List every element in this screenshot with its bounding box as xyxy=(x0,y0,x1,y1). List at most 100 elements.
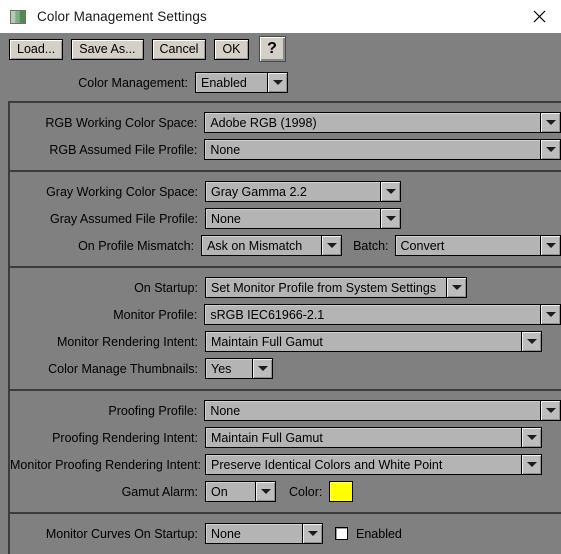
monitor-profile-label: Monitor Profile: xyxy=(113,307,198,322)
settings-row: RGB Assumed File Profile: None xyxy=(10,136,561,163)
proofing-rendering-intent-combo-value: Maintain Full Gamut xyxy=(205,427,521,448)
gray-working-color-space-combo-value: Gray Gamma 2.2 xyxy=(205,181,380,202)
chevron-down-icon[interactable] xyxy=(540,235,561,256)
chevron-down-glyph xyxy=(526,435,537,440)
chevron-down-glyph xyxy=(326,243,337,248)
on-startup-combo[interactable]: Set Monitor Profile from System Settings xyxy=(205,277,467,298)
chevron-down-glyph xyxy=(526,462,537,467)
monitor-curves-on-startup-label: Monitor Curves On Startup: xyxy=(45,526,198,541)
chevron-down-glyph xyxy=(545,408,556,413)
close-icon xyxy=(533,10,545,23)
monitor-profile-combo[interactable]: sRGB IEC61966-2.1 xyxy=(204,304,561,325)
gray-section: Gray Working Color Space: Gray Gamma 2.2 G… xyxy=(8,170,561,266)
color-manage-thumbnails-combo-value: Yes xyxy=(205,358,252,379)
chevron-down-icon[interactable] xyxy=(521,331,542,352)
chevron-down-icon[interactable] xyxy=(321,235,343,256)
settings-row: Proofing Profile: None xyxy=(10,397,561,424)
chevron-down-glyph xyxy=(272,80,283,85)
monitor-rendering-intent-combo[interactable]: Maintain Full Gamut xyxy=(205,331,542,352)
color-management-combo-value: Enabled xyxy=(195,72,267,93)
rgb-assumed-file-profile-combo-value: None xyxy=(204,139,540,160)
monitor-rendering-intent-combo-value: Maintain Full Gamut xyxy=(205,331,521,352)
chevron-down-glyph xyxy=(260,489,271,494)
gray-working-color-space-combo[interactable]: Gray Gamma 2.2 xyxy=(205,181,401,202)
monitor-curves-on-startup-combo-value: None xyxy=(205,523,302,544)
gray-assumed-file-profile-combo[interactable]: None xyxy=(205,208,401,229)
rgb-working-color-space-combo[interactable]: Adobe RGB (1998) xyxy=(204,112,561,133)
monitor-curves-on-startup-combo[interactable]: None xyxy=(205,523,323,544)
proofing-profile-combo-value: None xyxy=(204,400,540,421)
settings-row: Color Manage Thumbnails: Yes xyxy=(10,355,561,382)
ok-button[interactable]: OK xyxy=(214,38,249,60)
color-management-label: Color Management: xyxy=(78,75,188,90)
save-as-button[interactable]: Save As... xyxy=(71,38,144,60)
cancel-button[interactable]: Cancel xyxy=(151,38,207,60)
chevron-down-icon[interactable] xyxy=(267,72,288,93)
gamut-alarm-color-label: Color: xyxy=(289,484,323,499)
chevron-down-icon[interactable] xyxy=(380,181,401,202)
settings-row: Gray Working Color Space: Gray Gamma 2.2 xyxy=(10,178,561,205)
gray-working-color-space-label: Gray Working Color Space: xyxy=(46,184,198,199)
on-profile-mismatch-combo-value: Ask on Mismatch xyxy=(201,235,322,256)
gray-assumed-file-profile-label: Gray Assumed File Profile: xyxy=(50,211,198,226)
proofing-profile-combo[interactable]: None xyxy=(204,400,561,421)
chevron-down-icon[interactable] xyxy=(380,208,401,229)
chevron-down-glyph xyxy=(385,189,396,194)
batch-combo[interactable]: Convert xyxy=(394,235,561,256)
rgb-working-color-space-combo-value: Adobe RGB (1998) xyxy=(204,112,540,133)
rgb-assumed-file-profile-combo[interactable]: None xyxy=(204,139,561,160)
monitor-curves-enabled-checkbox[interactable]: Enabled xyxy=(335,527,402,541)
batch-combo-value: Convert xyxy=(394,235,540,256)
monitor-curves-section: Monitor Curves On Startup: None Enabled xyxy=(8,512,561,554)
settings-body: Color Management: Enabled RGB Working Colo… xyxy=(0,65,561,554)
window-title: Color Management Settings xyxy=(37,9,207,24)
load-button[interactable]: Load... xyxy=(9,38,64,60)
on-profile-mismatch-label: On Profile Mismatch: xyxy=(78,238,195,253)
chevron-down-icon[interactable] xyxy=(521,454,542,475)
batch-label: Batch: xyxy=(353,238,389,253)
gamut-alarm-label: Gamut Alarm: xyxy=(121,484,198,499)
monitor-section: On Startup: Set Monitor Profile from Syst… xyxy=(8,266,561,389)
color-manage-thumbnails-combo[interactable]: Yes xyxy=(205,358,273,379)
monitor-proofing-rendering-intent-combo-value: Preserve Identical Colors and White Poin… xyxy=(205,454,521,475)
rgb-section: RGB Working Color Space: Adobe RGB (1998)… xyxy=(8,101,561,170)
on-startup-combo-value: Set Monitor Profile from System Settings xyxy=(205,277,446,298)
proofing-section: Proofing Profile: None Proofing Rendering … xyxy=(8,389,561,512)
chevron-down-glyph xyxy=(385,216,396,221)
settings-row: Monitor Profile: sRGB IEC61966-2.1 xyxy=(10,301,561,328)
chevron-down-glyph xyxy=(545,312,556,317)
chevron-down-icon[interactable] xyxy=(540,139,561,160)
monitor-rendering-intent-label: Monitor Rendering Intent: xyxy=(56,334,198,349)
chevron-down-icon[interactable] xyxy=(540,304,561,325)
rgb-assumed-file-profile-label: RGB Assumed File Profile: xyxy=(49,142,198,157)
close-window-button[interactable] xyxy=(517,0,561,33)
chevron-down-icon[interactable] xyxy=(446,277,467,298)
settings-row: Monitor Curves On Startup: None Enabled xyxy=(10,520,561,547)
proofing-profile-label: Proofing Profile: xyxy=(108,403,198,418)
gamut-alarm-combo[interactable]: On xyxy=(205,481,276,502)
monitor-proofing-rendering-intent-combo[interactable]: Preserve Identical Colors and White Poin… xyxy=(205,454,542,475)
proofing-rendering-intent-combo[interactable]: Maintain Full Gamut xyxy=(205,427,542,448)
settings-row: RGB Working Color Space: Adobe RGB (1998) xyxy=(10,109,561,136)
chevron-down-icon[interactable] xyxy=(302,523,323,544)
gray-assumed-file-profile-combo-value: None xyxy=(205,208,380,229)
chevron-down-glyph xyxy=(451,285,462,290)
rgb-working-color-space-label: RGB Working Color Space: xyxy=(45,115,198,130)
checkbox-box[interactable] xyxy=(335,527,348,540)
gamut-alarm-color-swatch[interactable] xyxy=(329,481,354,502)
chevron-down-icon[interactable] xyxy=(540,112,561,133)
chevron-down-icon[interactable] xyxy=(521,427,542,448)
checkbox-label: Enabled xyxy=(356,526,402,541)
settings-row: Monitor Rendering Intent: Maintain Full G… xyxy=(10,328,561,355)
chevron-down-glyph xyxy=(307,531,318,536)
on-profile-mismatch-combo[interactable]: Ask on Mismatch xyxy=(201,235,343,256)
dialog-toolbar: Load... Save As... Cancel OK? xyxy=(0,33,561,65)
settings-row: Color Management: Enabled xyxy=(0,69,561,96)
monitor-profile-combo-value: sRGB IEC61966-2.1 xyxy=(204,304,540,325)
color-management-combo[interactable]: Enabled xyxy=(195,72,288,93)
help-button[interactable]: ? xyxy=(258,36,286,62)
color-manage-thumbnails-label: Color Manage Thumbnails: xyxy=(48,361,198,376)
chevron-down-icon[interactable] xyxy=(540,400,561,421)
chevron-down-icon[interactable] xyxy=(252,358,273,379)
chevron-down-icon[interactable] xyxy=(255,481,276,502)
